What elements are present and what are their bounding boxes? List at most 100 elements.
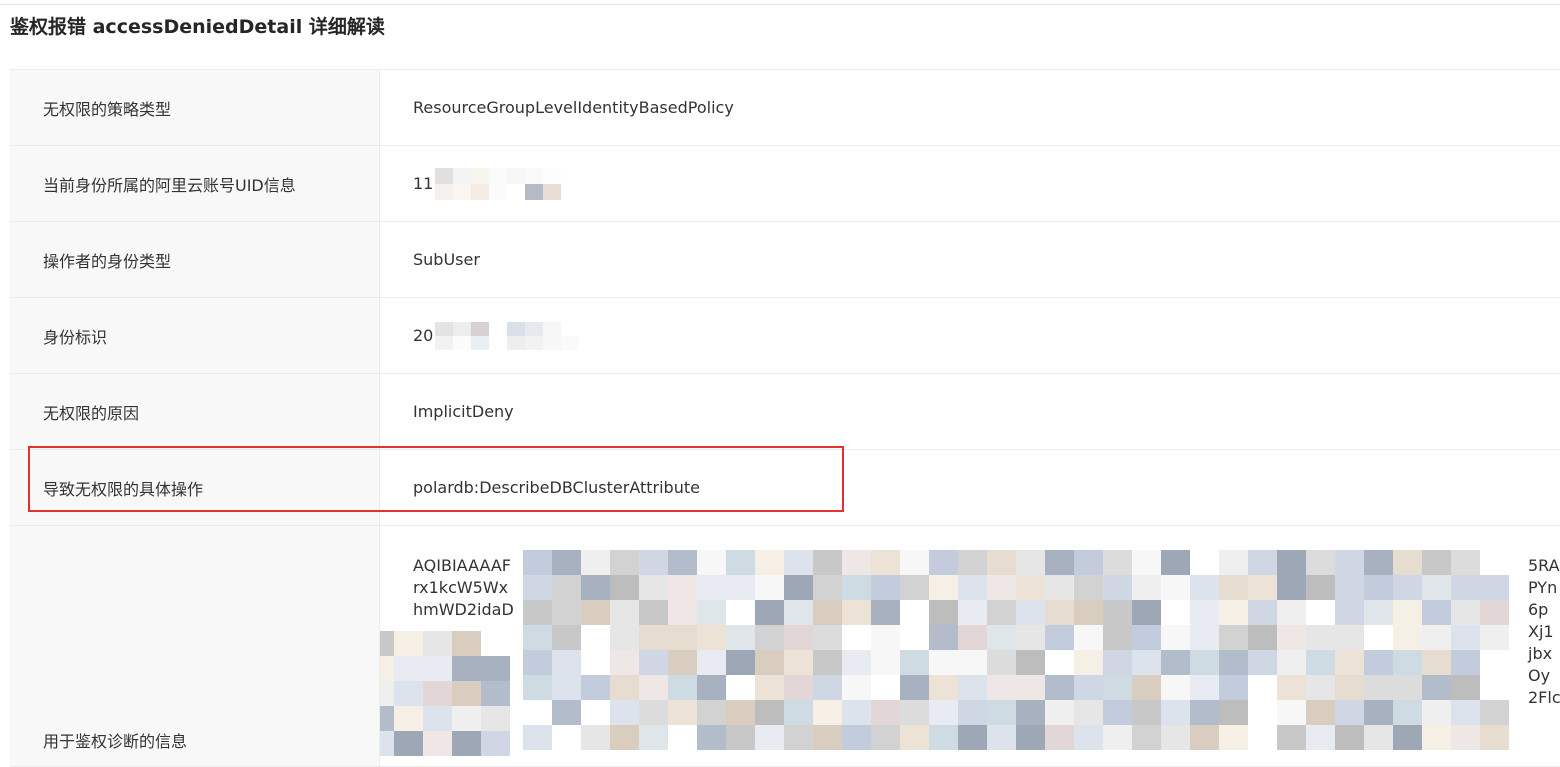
mosaic-tile [1393,600,1422,625]
mosaic-tile [1480,650,1509,675]
mosaic-tile [755,650,784,675]
mosaic-tile [1422,625,1451,650]
mosaic-tile [1074,625,1103,650]
mosaic-tile [1103,700,1132,725]
mosaic-tile [900,725,929,750]
mosaic-tile [1219,700,1248,725]
row-value: ResourceGroupLevelIdentityBasedPolicy [380,70,1560,145]
mosaic-tile [1248,600,1277,625]
mosaic-tile [581,725,610,750]
mosaic-tile [581,600,610,625]
mosaic-tile [813,675,842,700]
mosaic-tile [1219,625,1248,650]
mosaic-tile [842,725,871,750]
mosaic-tile [1103,600,1132,625]
mosaic-tile [1393,625,1422,650]
mosaic-tile [900,625,929,650]
mosaic-tile [929,600,958,625]
mosaic-tile [784,600,813,625]
mosaic-tile [871,700,900,725]
mosaic-tile [987,550,1016,575]
redacted-mosaic [435,167,580,200]
mosaic-tile [610,600,639,625]
mosaic-tile [755,725,784,750]
mosaic-tile [755,625,784,650]
mosaic-tile [958,700,987,725]
mosaic-tile [1045,725,1074,750]
mosaic-tile [1451,675,1480,700]
diagnostic-line-end: Xj1 [1528,622,1554,641]
mosaic-tile [697,675,726,700]
mosaic-tile [1248,725,1277,750]
mosaic-tile [1451,700,1480,725]
row-label: 导致无权限的具体操作 [10,450,380,525]
mosaic-tile [481,731,510,756]
mosaic-tile [668,550,697,575]
mosaic-tile [1277,550,1306,575]
mosaic-tile [1016,600,1045,625]
mosaic-tile [639,575,668,600]
mosaic-tile [1364,625,1393,650]
mosaic-tile [481,656,510,681]
mosaic-tile [1277,600,1306,625]
mosaic-tile [1248,675,1277,700]
mosaic-tile [1161,625,1190,650]
mosaic-tile [1451,625,1480,650]
mosaic-tile [1393,550,1422,575]
mosaic-tile [1103,575,1132,600]
mosaic-tile [958,725,987,750]
mosaic-tile [1219,675,1248,700]
mosaic-tile [697,725,726,750]
mosaic-tile [1451,575,1480,600]
row-label: 无权限的策略类型 [10,70,380,145]
mosaic-tile [380,731,394,756]
mosaic-tile [552,725,581,750]
table-row-identity-type: 操作者的身份类型 SubUser [10,222,1560,298]
mosaic-tile [1132,725,1161,750]
mosaic-tile [1422,650,1451,675]
mosaic-tile [1016,550,1045,575]
mosaic-tile [610,675,639,700]
mosaic-tile [1277,625,1306,650]
mosaic-tile [1277,575,1306,600]
mosaic-tile [726,550,755,575]
mosaic-tile [552,575,581,600]
mosaic-tile [452,731,481,756]
mosaic-tile [1335,725,1364,750]
mosaic-tile [726,575,755,600]
mosaic-tile [610,625,639,650]
mosaic-tile [581,650,610,675]
mosaic-tile [639,700,668,725]
mosaic-tile [523,550,552,575]
mosaic-tile [668,700,697,725]
mosaic-tile [1016,625,1045,650]
mosaic-tile [1161,650,1190,675]
mosaic-tile [987,600,1016,625]
mosaic-tile [784,575,813,600]
mosaic-tile [1335,625,1364,650]
mosaic-tile [394,631,423,656]
mosaic-tile [1161,600,1190,625]
mosaic-tile [523,625,552,650]
row-label: 用于鉴权诊断的信息 [10,526,380,766]
mosaic-tile [552,625,581,650]
mosaic-tile [929,550,958,575]
mosaic-tile [1103,650,1132,675]
mosaic-tile [958,650,987,675]
mosaic-tile [900,675,929,700]
mosaic-tile [1480,625,1509,650]
mosaic-tile [1074,575,1103,600]
mosaic-tile [1219,550,1248,575]
mosaic-tile [1480,700,1509,725]
mosaic-tile [1364,550,1393,575]
deny-reason-value: ImplicitDeny [413,402,514,421]
mosaic-tile [1161,575,1190,600]
mosaic-tile [639,650,668,675]
mosaic-tile [1335,575,1364,600]
mosaic-tile [1306,550,1335,575]
mosaic-tile [1132,600,1161,625]
mosaic-tile [1132,675,1161,700]
mosaic-tile [452,706,481,731]
mosaic-tile [813,700,842,725]
mosaic-tile [1393,575,1422,600]
